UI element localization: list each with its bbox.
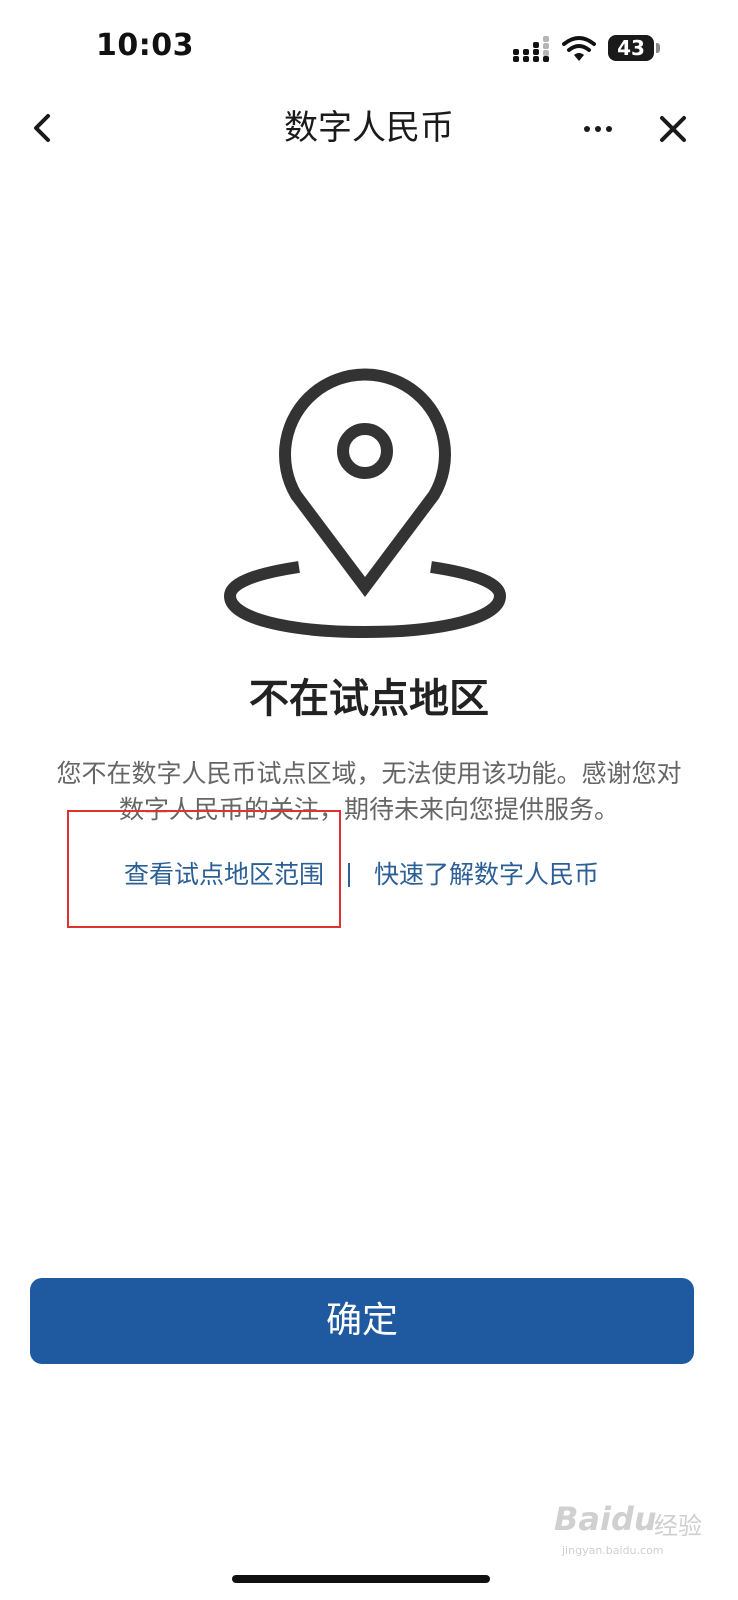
- status-bar: 10:03 43: [0, 0, 738, 90]
- battery-level: 43: [617, 36, 645, 60]
- cellular-signal-icon: [513, 36, 549, 62]
- more-dots-icon[interactable]: [578, 112, 618, 146]
- watermark-brand: Baidu: [554, 1500, 657, 1538]
- page-title: 数字人民币: [284, 108, 454, 148]
- location-pin-icon: [223, 368, 507, 639]
- battery-icon: 43: [608, 35, 654, 61]
- links-row: 查看试点地区范围 快速了解数字人民币: [0, 855, 738, 895]
- battery-tip: [656, 43, 660, 53]
- chevron-left-icon[interactable]: [24, 106, 64, 150]
- link-separator: [348, 863, 350, 887]
- watermark-cn: 经验: [654, 1512, 702, 1540]
- status-time: 10:03: [96, 28, 194, 63]
- watermark-url: jingyan.baidu.com: [562, 1544, 664, 1557]
- nav-bar: 数字人民币: [0, 90, 738, 166]
- close-icon[interactable]: [652, 108, 694, 150]
- learn-digital-rmb-link[interactable]: 快速了解数字人民币: [374, 855, 599, 895]
- confirm-button[interactable]: 确定: [30, 1278, 694, 1364]
- baidu-jingyan-watermark: Baidu 经验 jingyan.baidu.com: [552, 1500, 722, 1560]
- view-pilot-areas-link[interactable]: 查看试点地区范围: [124, 855, 324, 895]
- screen: 10:03 43 数字人民币 不在试点地区 您不在数字人民币试点区域，无法使用该…: [0, 0, 738, 1600]
- description-text: 您不在数字人民币试点区域，无法使用该功能。感谢您对数字人民币的关注，期待未来向您…: [56, 759, 682, 824]
- status-heading: 不在试点地区: [249, 676, 489, 722]
- home-indicator[interactable]: [232, 1575, 490, 1583]
- wifi-icon: [562, 36, 596, 61]
